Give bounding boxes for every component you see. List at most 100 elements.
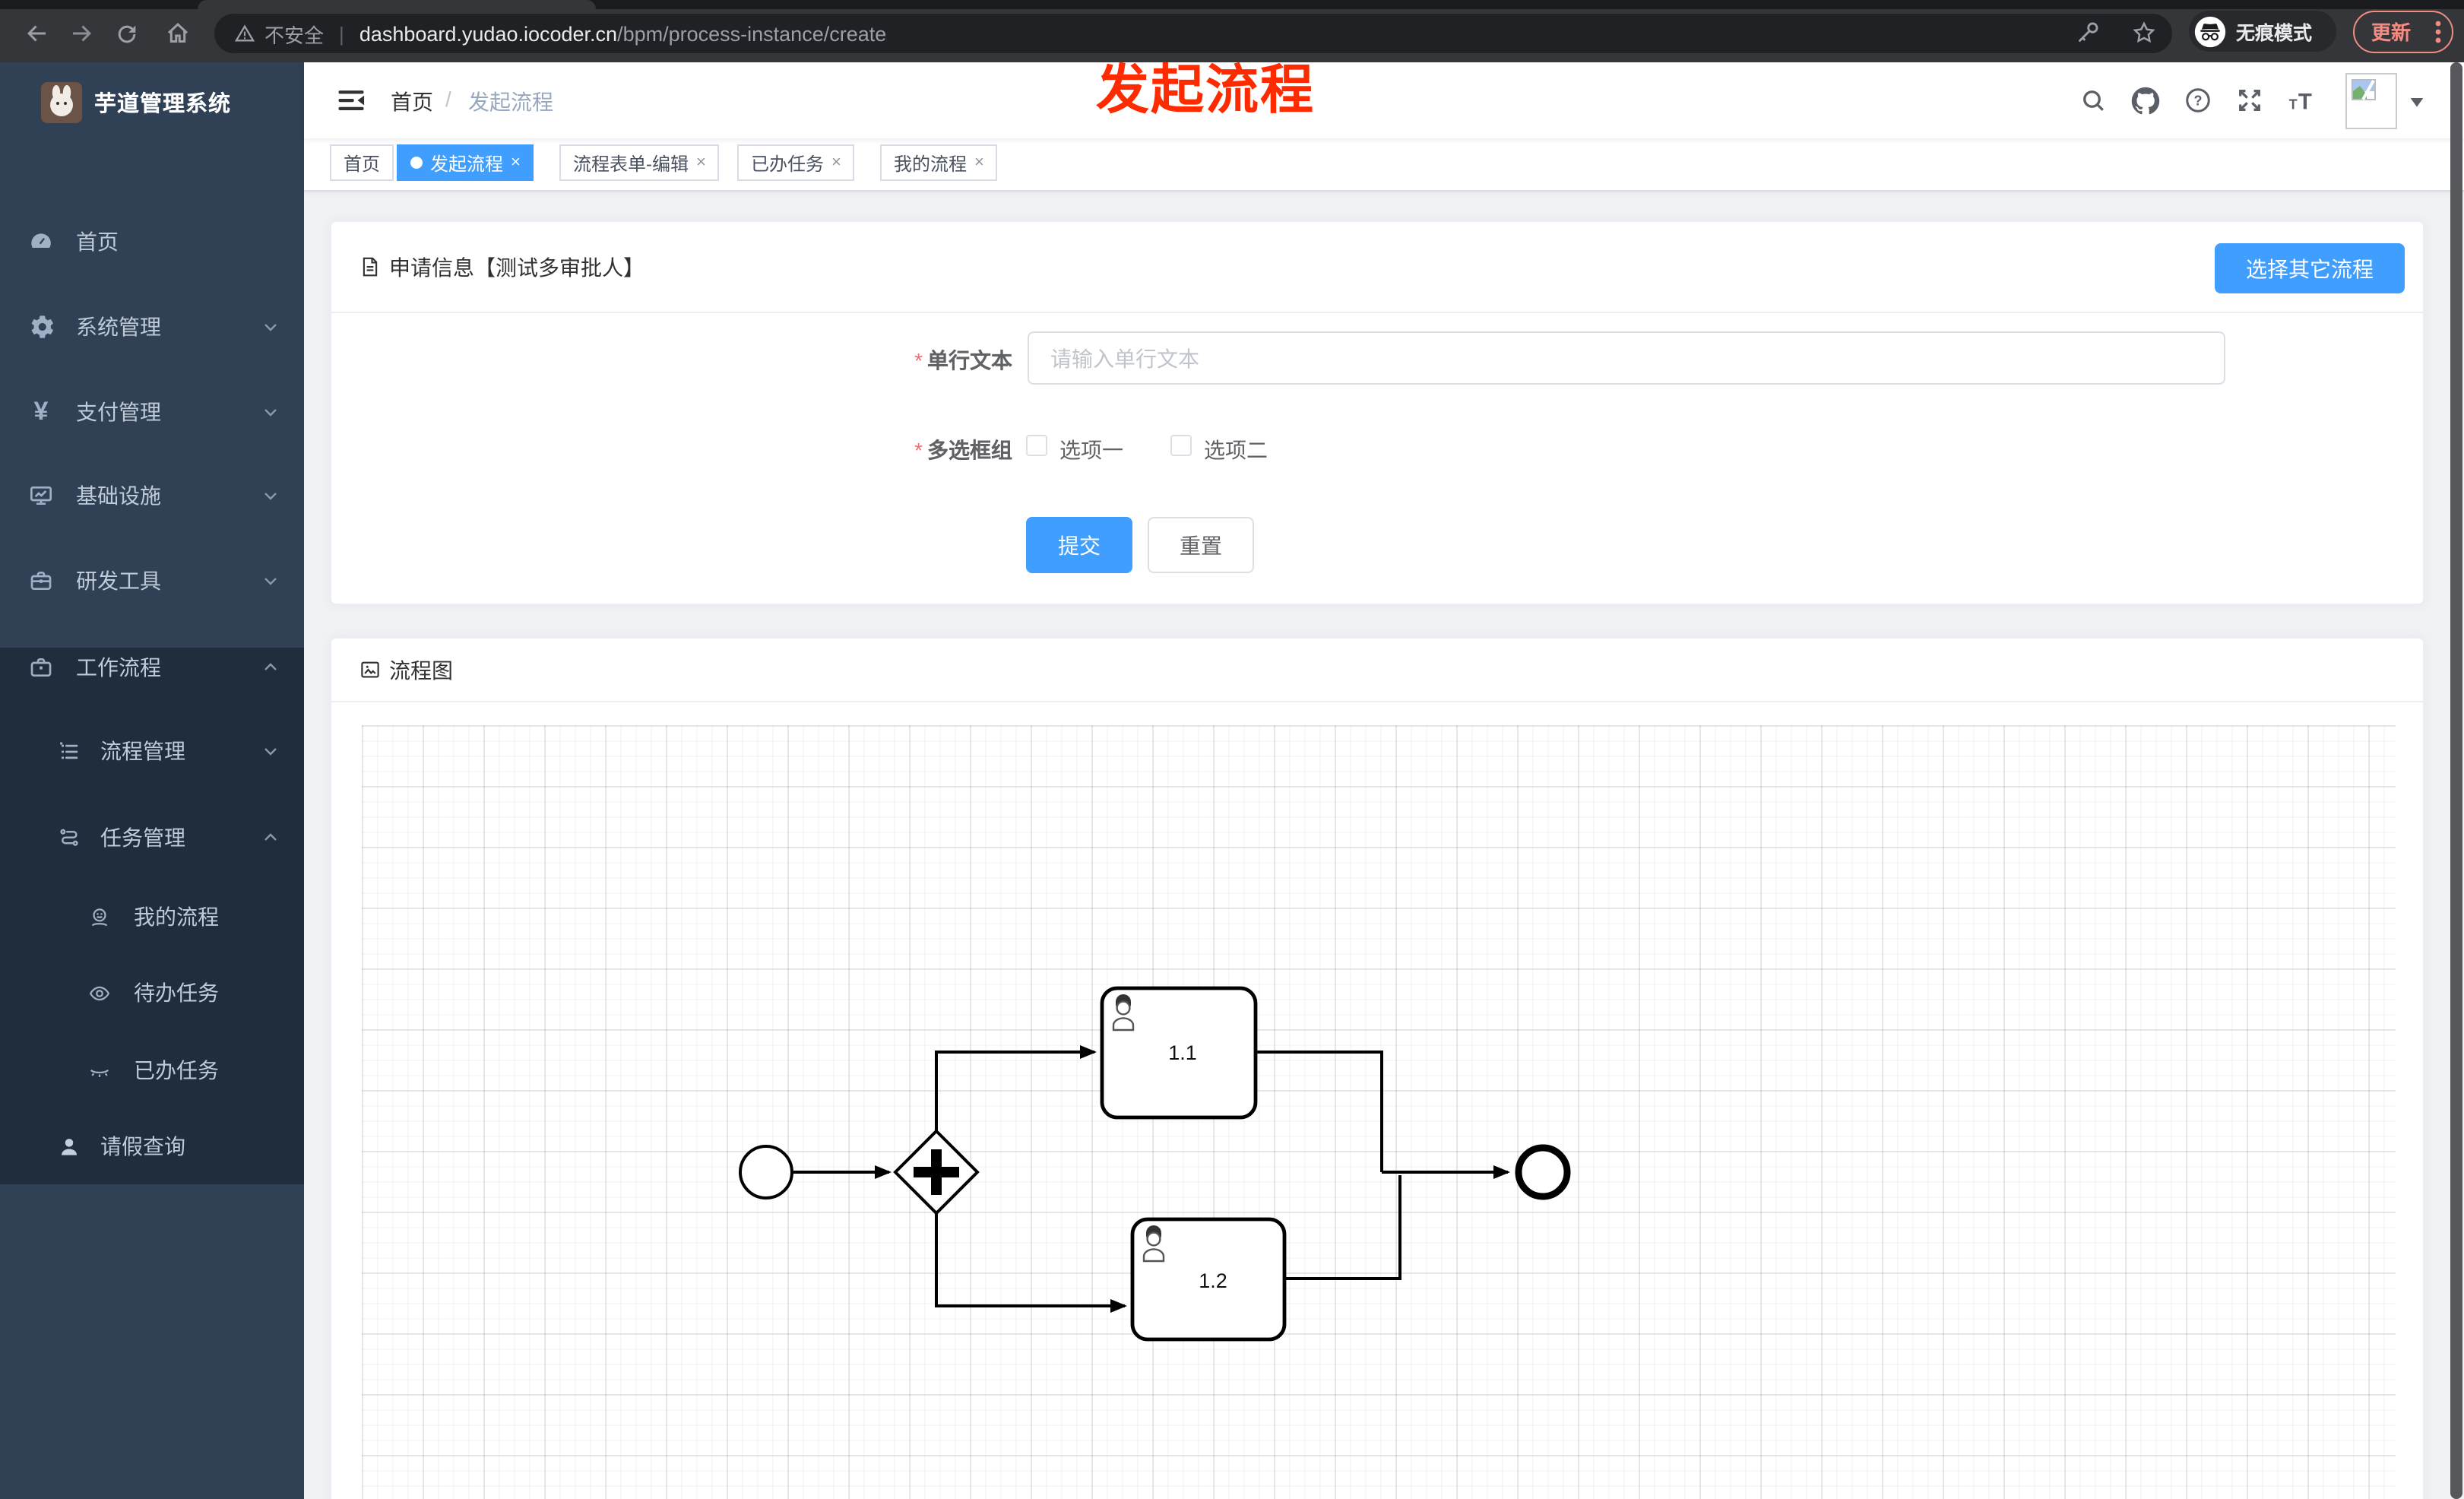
browser-tabstrip	[0, 0, 2464, 9]
app-title: 芋道管理系统	[94, 92, 231, 116]
chevron-down-icon	[261, 572, 280, 590]
browser-back-button[interactable]	[20, 17, 53, 50]
github-icon[interactable]	[2128, 84, 2162, 117]
app-logo	[41, 82, 82, 123]
chevron-down-icon	[261, 486, 280, 505]
browser-menu-kebab-icon[interactable]	[2435, 19, 2441, 43]
chevron-down-icon	[261, 403, 280, 421]
avatar-caret-icon[interactable]	[2408, 94, 2426, 109]
required-asterisk: *	[914, 438, 923, 462]
tag-home[interactable]: 首页	[330, 144, 394, 181]
help-icon[interactable]: ?	[2181, 84, 2215, 117]
eye-open-icon	[88, 981, 111, 1004]
main-content: 申请信息【测试多审批人】 选择其它流程 *单行文本 *多选框组 选项一 选项二 …	[304, 190, 2464, 1499]
sidebar-item-label: 流程管理	[100, 739, 185, 763]
tag-label: 我的流程	[894, 153, 968, 174]
face-icon	[88, 905, 111, 928]
end-event[interactable]	[1515, 1144, 1571, 1200]
sidebar-item-todo-tasks[interactable]: 待办任务	[0, 955, 304, 1031]
url-path: /bpm/process-instance/create	[617, 22, 887, 45]
flow-task2-to-join	[1284, 1175, 1401, 1280]
sidebar-item-process-management[interactable]: 流程管理	[0, 713, 304, 789]
addressbar-divider: |	[339, 22, 344, 45]
breadcrumb-home[interactable]: 首页	[391, 87, 433, 117]
eye-closed-icon	[88, 1059, 111, 1082]
checkbox-group-label: * 多选框组	[914, 438, 1012, 462]
close-icon[interactable]: ×	[831, 154, 841, 171]
sidebar-collapse-icon[interactable]	[334, 84, 368, 117]
checkbox-option-one-label[interactable]: 选项一	[1059, 435, 1123, 465]
not-secure-warning-icon	[234, 23, 255, 44]
flow-gateway-to-task2	[935, 1212, 1127, 1313]
sidebar-item-done-tasks[interactable]: 已办任务	[0, 1032, 304, 1108]
sidebar-item-infrastructure[interactable]: 基础设施	[0, 453, 304, 538]
sidebar-item-workflow[interactable]: 工作流程	[0, 625, 304, 710]
browser-active-tab[interactable]	[198, 0, 596, 9]
user-task-1-2[interactable]: 1.2	[1130, 1217, 1287, 1342]
apply-info-header: 申请信息【测试多审批人】 选择其它流程	[331, 222, 2423, 313]
checkbox-option-one[interactable]	[1026, 435, 1047, 456]
top-navbar: 首页 / 发起流程 ? TT	[304, 62, 2464, 138]
avatar[interactable]	[2345, 73, 2397, 129]
sidebar-item-devtools[interactable]: 研发工具	[0, 538, 304, 623]
sidebar: 芋道管理系统 首页 系统管理 ¥ 支付管理 基础设施 研发工具 工作流程 流程管…	[0, 62, 304, 1499]
sidebar-item-system[interactable]: 系统管理	[0, 284, 304, 369]
close-icon[interactable]: ×	[696, 154, 706, 171]
sidebar-item-task-management[interactable]: 任务管理	[0, 800, 304, 876]
close-icon[interactable]: ×	[511, 154, 521, 171]
sidebar-item-payment[interactable]: ¥ 支付管理	[0, 369, 304, 455]
toolbox-icon	[29, 569, 53, 593]
app-logo-row[interactable]: 芋道管理系统	[0, 62, 304, 141]
checkbox-option-two-label[interactable]: 选项二	[1204, 435, 1268, 465]
chevron-up-icon	[261, 829, 280, 847]
browser-forward-button[interactable]	[65, 17, 99, 50]
task-label: 1.1	[1168, 1041, 1197, 1064]
tag-label: 发起流程	[430, 153, 504, 174]
flow-task1-to-join	[1256, 1051, 1383, 1172]
tag-my-process[interactable]: 我的流程 ×	[880, 144, 998, 181]
browser-reload-button[interactable]	[109, 17, 143, 50]
browser-update-button[interactable]: 更新	[2353, 10, 2453, 52]
page-viewport: 不安全 | dashboard.yudao.iocoder.cn/bpm/pro…	[0, 0, 2464, 1499]
tag-done-tasks[interactable]: 已办任务 ×	[737, 144, 855, 181]
incognito-badge: 无痕模式	[2189, 11, 2336, 52]
parallel-gateway[interactable]	[893, 1129, 980, 1215]
required-asterisk: *	[914, 348, 923, 372]
broken-image-icon	[2352, 79, 2376, 100]
incognito-label: 无痕模式	[2236, 23, 2313, 44]
bookmark-star-icon[interactable]	[2131, 20, 2157, 46]
password-key-icon[interactable]	[2075, 20, 2101, 46]
browser-home-button[interactable]	[161, 17, 195, 50]
sidebar-item-label: 研发工具	[76, 569, 161, 593]
tree-list-icon	[58, 740, 81, 762]
gear-icon	[29, 315, 53, 339]
submit-button[interactable]: 提交	[1026, 517, 1132, 573]
bpmn-diagram: 1.1 1.2	[739, 986, 1571, 1342]
url-host: dashboard.yudao.iocoder.cn	[359, 22, 618, 45]
tag-start-process[interactable]: 发起流程 ×	[397, 144, 534, 181]
apply-info-card: 申请信息【测试多审批人】 选择其它流程 *单行文本 *多选框组 选项一 选项二 …	[330, 220, 2424, 605]
vertical-scrollbar[interactable]	[2450, 62, 2462, 1499]
font-size-icon[interactable]: TT	[2285, 84, 2318, 117]
single-line-text-input[interactable]	[1028, 331, 2225, 385]
sidebar-item-my-process[interactable]: 我的流程	[0, 879, 304, 955]
sidebar-item-label: 工作流程	[76, 655, 161, 680]
sidebar-item-label: 我的流程	[134, 905, 219, 929]
flow-route-icon	[58, 826, 81, 849]
start-event[interactable]	[739, 1145, 793, 1200]
close-icon[interactable]: ×	[974, 154, 984, 171]
tag-form-edit[interactable]: 流程表单-编辑 ×	[559, 144, 720, 181]
bpmn-canvas[interactable]: 1.1 1.2	[362, 725, 2396, 1499]
sidebar-item-home[interactable]: 首页	[0, 199, 304, 284]
fullscreen-icon[interactable]	[2233, 84, 2266, 117]
chevron-down-icon	[261, 318, 280, 336]
user-task-1-1[interactable]: 1.1	[1100, 986, 1258, 1120]
select-other-process-button[interactable]: 选择其它流程	[2215, 243, 2405, 293]
checkbox-option-two[interactable]	[1170, 435, 1192, 456]
update-label: 更新	[2371, 21, 2412, 44]
sidebar-item-leave-query[interactable]: 请假查询	[0, 1108, 304, 1184]
flow-diagram-title: 流程图	[389, 658, 453, 682]
search-icon[interactable]	[2076, 84, 2110, 117]
reset-button[interactable]: 重置	[1148, 517, 1254, 573]
briefcase-icon	[29, 655, 53, 680]
